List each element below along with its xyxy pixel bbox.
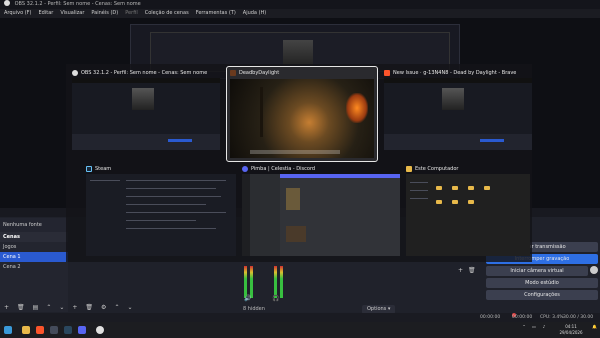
volume-meter <box>280 266 283 298</box>
volume-icon[interactable]: ♪ <box>540 322 548 338</box>
terminal-icon[interactable] <box>50 326 58 334</box>
obs-title: OBS 32.1.2 - Perfil: Sem nome - Cenas: S… <box>14 1 141 7</box>
start-virtual-camera-button[interactable]: Iniciar câmera virtual <box>486 266 588 276</box>
preview-building <box>283 40 313 66</box>
thumbnail-preview <box>242 174 400 256</box>
thumbnail-title-text: New Issue · g-13N4N8 - Dead by Daylight … <box>393 70 517 76</box>
task-switcher: OBS 32.1.2 - Perfil: Sem nome - Cenas: S… <box>66 64 532 262</box>
hidden-count: 8 hidden <box>243 306 265 312</box>
source-up-icon[interactable]: ⌃ <box>114 304 119 311</box>
volume-meter <box>274 266 277 298</box>
window-thumbnail-brave[interactable]: New Issue · g-13N4N8 - Dead by Daylight … <box>384 68 532 150</box>
remove-source-icon[interactable]: 🗑 <box>85 304 93 311</box>
remove-transition-icon[interactable]: 🗑 <box>468 267 476 274</box>
mute-icon[interactable]: 🔊 <box>244 295 251 302</box>
no-source-label: Nenhuma fonte selecionada <box>0 218 68 242</box>
volume-meter <box>244 266 247 298</box>
thumbnail-title-text: Steam <box>95 166 112 172</box>
menu-arquivo[interactable]: Arquivo (F) <box>4 9 32 18</box>
cpu-usage: CPU: 3.4% <box>540 315 564 320</box>
thumbnail-title: Pimba | Celestia - Discord <box>242 164 315 174</box>
network-icon[interactable]: ▭ <box>530 322 538 338</box>
options-label: Options <box>367 306 387 312</box>
menu-ferramentas[interactable]: Ferramentas (T) <box>196 9 236 18</box>
source-settings-icon[interactable]: ⚙ <box>101 304 106 311</box>
thumbnail-preview <box>230 79 374 158</box>
settings-button[interactable]: Configurações <box>486 290 598 300</box>
add-scene-icon[interactable]: + <box>4 304 9 311</box>
clock[interactable]: 04:11 29/04/2026 <box>553 322 589 338</box>
scene-item-cena-1[interactable]: Cena 1 <box>0 252 68 262</box>
remove-scene-icon[interactable]: 🗑 <box>17 304 25 311</box>
studio-mode-button[interactable]: Modo estúdio <box>486 278 598 288</box>
thumbnail-title: New Issue · g-13N4N8 - Dead by Daylight … <box>384 68 516 78</box>
clock-date: 29/04/2026 <box>559 330 583 335</box>
scene-item-jogos[interactable]: Jogos <box>0 242 68 252</box>
menu-colecao-cenas[interactable]: Coleção de cenas <box>145 9 189 18</box>
folder-icon <box>406 166 412 172</box>
windows-start-icon[interactable] <box>4 326 12 334</box>
thumbnail-title-text: OBS 32.1.2 - Perfil: Sem nome - Cenas: S… <box>81 70 208 76</box>
scenes-toolbar: + 🗑 ▤ ⌃ ⌄ + 🗑 ⚙ ⌃ ⌄ <box>0 302 160 312</box>
menu-ajuda[interactable]: Ajuda (H) <box>243 9 266 18</box>
move-up-icon[interactable]: ⌃ <box>46 304 51 311</box>
thumbnail-title: OBS 32.1.2 - Perfil: Sem nome - Cenas: S… <box>72 68 207 78</box>
thumbnail-preview <box>72 78 220 150</box>
stream-time: 00:00:00 <box>480 315 501 320</box>
thumbnail-title-text: DeadbyDaylight <box>239 70 280 76</box>
obs-logo-icon <box>4 0 10 6</box>
record-time: 00:00:00 <box>512 315 533 320</box>
filter-scene-icon[interactable]: ▤ <box>33 304 39 311</box>
thumbnail-preview <box>86 174 236 256</box>
steam-icon[interactable] <box>64 326 72 334</box>
thumbnail-preview <box>384 78 532 150</box>
window-thumbnail-explorer[interactable]: Este Computador <box>406 164 530 256</box>
thumbnail-title-text: Pimba | Celestia - Discord <box>251 166 316 172</box>
taskbar: ⌃ ▭ ♪ 04:11 29/04/2026 🔔 <box>0 322 600 338</box>
obs-icon[interactable] <box>96 326 104 334</box>
steam-icon <box>86 166 92 172</box>
menu-bar: Arquivo (F) Editar Visualizar Painéis (D… <box>0 9 600 18</box>
source-down-icon[interactable]: ⌄ <box>127 304 132 311</box>
brave-icon[interactable] <box>36 326 44 334</box>
menu-editar[interactable]: Editar <box>39 9 54 18</box>
thumbnail-title: DeadbyDaylight <box>230 68 279 78</box>
thumbnail-preview <box>406 174 530 256</box>
obs-titlebar: OBS 32.1.2 - Perfil: Sem nome - Cenas: S… <box>0 0 600 9</box>
notification-bell-icon[interactable]: 🔔 <box>591 322 598 338</box>
window-thumbnail-steam[interactable]: Steam <box>86 164 236 256</box>
file-explorer-icon[interactable] <box>22 326 30 334</box>
mute-icon[interactable]: 🎧 <box>272 295 279 302</box>
chevron-up-icon[interactable]: ⌃ <box>520 322 528 338</box>
scenes-dock: Cenas Jogos Cena 1 Cena 2 <box>0 232 68 312</box>
scenes-title: Cenas <box>0 232 68 242</box>
game-icon <box>230 70 236 76</box>
add-transition-icon[interactable]: + <box>458 267 463 274</box>
status-bar: 00:00:00 00:00:00 CPU: 3.4% 30.00 / 30.0… <box>0 313 600 329</box>
menu-perfil[interactable]: Perfil <box>125 9 138 18</box>
thumbnail-title: Este Computador <box>406 164 458 174</box>
discord-icon <box>242 166 248 172</box>
virtual-camera-settings-icon[interactable] <box>590 266 598 274</box>
window-thumbnail-discord[interactable]: Pimba | Celestia - Discord <box>242 164 400 256</box>
volume-meter <box>250 266 253 298</box>
discord-icon[interactable] <box>78 326 86 334</box>
move-down-icon[interactable]: ⌄ <box>59 304 64 311</box>
brave-icon <box>384 70 390 76</box>
menu-visualizar[interactable]: Visualizar <box>60 9 84 18</box>
scene-item-cena-2[interactable]: Cena 2 <box>0 262 68 272</box>
thumbnail-title: Steam <box>86 164 111 174</box>
window-thumbnail-deadbydaylight[interactable]: DeadbyDaylight <box>226 66 378 162</box>
obs-icon <box>72 70 78 76</box>
thumbnail-title-text: Este Computador <box>415 166 459 172</box>
add-source-icon[interactable]: + <box>72 304 77 311</box>
menu-paineis[interactable]: Painéis (D) <box>91 9 118 18</box>
window-thumbnail-obs[interactable]: OBS 32.1.2 - Perfil: Sem nome - Cenas: S… <box>72 68 220 150</box>
